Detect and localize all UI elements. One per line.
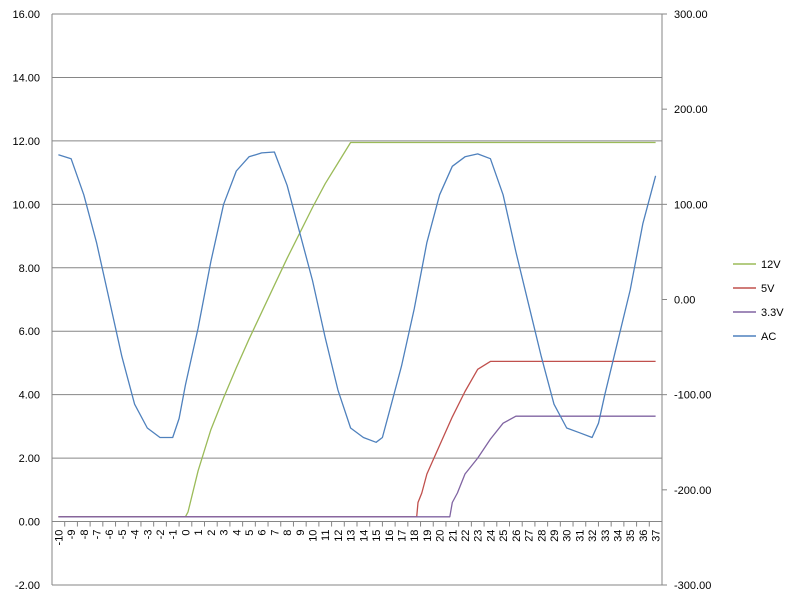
x-tick-label: -1 bbox=[168, 530, 180, 540]
x-tick-label: 25 bbox=[498, 530, 510, 542]
right-y-tick-label: -200.00 bbox=[674, 485, 711, 497]
x-tick-label: 1 bbox=[193, 530, 205, 536]
x-tick-label: 9 bbox=[295, 530, 307, 536]
x-tick-label: 2 bbox=[206, 530, 218, 536]
x-tick-label: 5 bbox=[244, 530, 256, 536]
legend-label: 12V bbox=[761, 259, 781, 271]
right-y-tick-label: 200.00 bbox=[674, 104, 708, 116]
x-tick-label: -2 bbox=[155, 530, 167, 540]
x-tick-label: 35 bbox=[625, 530, 637, 542]
x-tick-label: 28 bbox=[536, 530, 548, 542]
left-y-tick-label: 0.00 bbox=[19, 517, 40, 529]
x-tick-label: -8 bbox=[79, 530, 91, 540]
legend-label: 3.3V bbox=[761, 307, 784, 319]
x-tick-label: 24 bbox=[485, 530, 497, 542]
x-tick-label: 19 bbox=[422, 530, 434, 542]
x-tick-label: -5 bbox=[117, 530, 129, 540]
x-tick-label: 22 bbox=[460, 530, 472, 542]
x-tick-label: 27 bbox=[524, 530, 536, 542]
legend-label: 5V bbox=[761, 283, 775, 295]
x-tick-label: 20 bbox=[435, 530, 447, 542]
right-y-tick-label: -300.00 bbox=[674, 580, 711, 592]
chart-canvas: -2.000.002.004.006.008.0010.0012.0014.00… bbox=[0, 0, 799, 600]
x-tick-label: 32 bbox=[587, 530, 599, 542]
x-tick-label: 11 bbox=[320, 530, 332, 541]
x-tick-label: 21 bbox=[447, 530, 459, 542]
left-y-tick-label: 12.00 bbox=[12, 136, 40, 148]
right-y-tick-label: 100.00 bbox=[674, 199, 708, 211]
x-tick-label: -9 bbox=[66, 530, 78, 540]
x-tick-label: -7 bbox=[91, 530, 103, 540]
x-tick-label: 6 bbox=[257, 530, 269, 536]
left-y-tick-label: 8.00 bbox=[19, 263, 40, 275]
x-tick-label: 17 bbox=[396, 530, 408, 542]
right-y-tick-label: -100.00 bbox=[674, 390, 711, 402]
left-y-tick-label: 6.00 bbox=[19, 326, 40, 338]
x-tick-label: 30 bbox=[562, 530, 574, 542]
x-tick-label: 4 bbox=[231, 530, 243, 536]
x-tick-label: 8 bbox=[282, 530, 294, 536]
x-tick-label: 13 bbox=[346, 530, 358, 542]
x-tick-label: 23 bbox=[473, 530, 485, 542]
x-tick-label: 36 bbox=[638, 530, 650, 542]
x-tick-label: -3 bbox=[142, 530, 154, 540]
x-tick-label: 18 bbox=[409, 530, 421, 542]
x-tick-label: -10 bbox=[53, 530, 65, 546]
x-tick-label: 37 bbox=[651, 530, 663, 542]
x-tick-label: 3 bbox=[219, 530, 231, 536]
x-tick-label: 31 bbox=[574, 530, 586, 542]
x-tick-label: 29 bbox=[549, 530, 561, 542]
x-tick-label: 14 bbox=[358, 530, 370, 542]
left-y-tick-label: 4.00 bbox=[19, 390, 40, 402]
x-tick-label: 15 bbox=[371, 530, 383, 542]
x-tick-label: 33 bbox=[600, 530, 612, 542]
x-tick-label: 34 bbox=[613, 530, 625, 542]
left-y-tick-label: 16.00 bbox=[12, 9, 40, 21]
right-y-tick-label: 300.00 bbox=[674, 9, 708, 21]
x-tick-label: 16 bbox=[384, 530, 396, 542]
x-tick-label: -4 bbox=[130, 530, 142, 540]
x-tick-label: 12 bbox=[333, 530, 345, 542]
x-tick-label: 10 bbox=[308, 530, 320, 542]
x-tick-label: 26 bbox=[511, 530, 523, 542]
legend-label: AC bbox=[761, 331, 776, 343]
left-y-tick-label: 10.00 bbox=[12, 199, 40, 211]
left-y-tick-label: 14.00 bbox=[12, 72, 40, 84]
right-y-tick-label: 0.00 bbox=[674, 295, 695, 307]
left-y-tick-label: 2.00 bbox=[19, 453, 40, 465]
left-y-tick-label: -2.00 bbox=[15, 580, 40, 592]
x-tick-label: 7 bbox=[269, 530, 281, 536]
x-tick-label: -6 bbox=[104, 530, 116, 540]
x-tick-label: 0 bbox=[180, 530, 192, 536]
